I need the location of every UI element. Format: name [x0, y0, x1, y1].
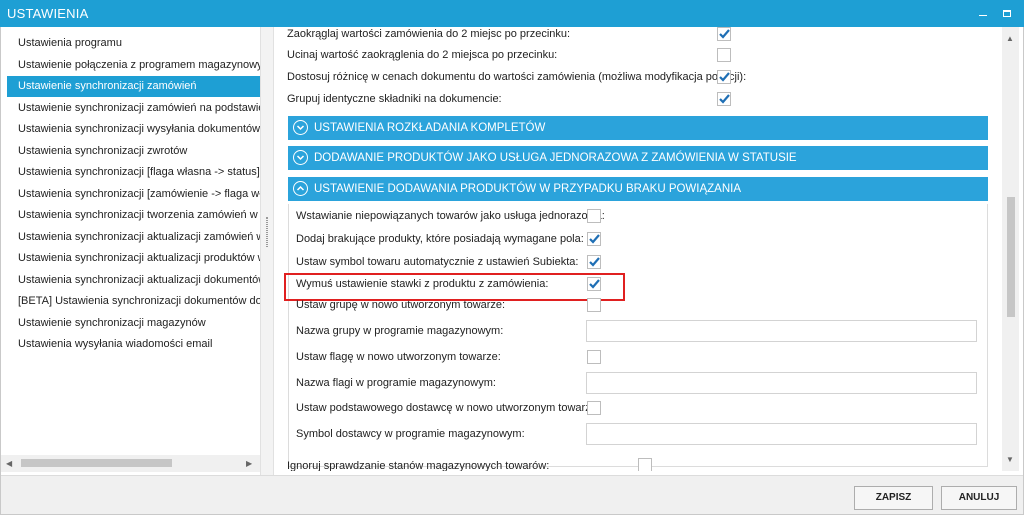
section-title: USTAWIENIA ROZKŁADANIA KOMPLETÓW	[314, 122, 546, 134]
chevron-down-icon	[293, 150, 308, 165]
sidebar-item[interactable]: Ustawienia synchronizacji aktualizacji p…	[7, 248, 260, 269]
setting-label: Ustaw grupę w nowo utworzonym towarze:	[296, 299, 506, 311]
scrollbar-thumb[interactable]	[1007, 197, 1015, 317]
sidebar-item[interactable]: Ustawienie synchronizacji zamówień na po…	[7, 98, 260, 119]
setting-checkbox[interactable]	[717, 27, 731, 41]
setting-label: Symbol dostawcy w programie magazynowym:	[296, 428, 525, 440]
scroll-up-icon[interactable]: ▲	[1006, 34, 1014, 43]
check-icon	[589, 234, 600, 244]
check-icon	[719, 29, 730, 39]
settings-panel: Zaokrąglaj wartości zamówienia do 2 miej…	[274, 27, 1002, 471]
scroll-down-icon[interactable]: ▼	[1006, 455, 1014, 464]
setting-checkbox[interactable]	[587, 350, 601, 364]
text-field[interactable]	[586, 423, 977, 445]
minimize-button[interactable]	[972, 3, 994, 23]
setting-checkbox[interactable]	[587, 232, 601, 246]
maximize-button[interactable]	[996, 3, 1018, 23]
chevron-up-icon	[293, 181, 308, 196]
setting-label: Grupuj identyczne składniki na dokumenci…	[287, 93, 502, 105]
scroll-left-icon[interactable]: ◀	[6, 459, 12, 468]
sidebar-item[interactable]: Ustawienie synchronizacji zamówień	[7, 76, 260, 97]
check-icon	[719, 94, 730, 104]
setting-label: Dostosuj różnicę w cenach dokumentu do w…	[287, 71, 747, 83]
sidebar-item[interactable]: Ustawienia programu	[7, 33, 260, 54]
minimize-icon	[979, 15, 987, 17]
scrollbar-thumb[interactable]	[21, 459, 172, 467]
setting-label: Ustaw podstawowego dostawcę w nowo utwor…	[296, 402, 600, 414]
setting-label: Ucinaj wartość zaokrąglenia do 2 miejsca…	[287, 49, 558, 61]
cancel-button[interactable]: ANULUJ	[941, 486, 1017, 510]
splitter-grip-icon	[266, 217, 268, 247]
section-title: USTAWIENIE DODAWANIA PRODUKTÓW W PRZYPAD…	[314, 183, 742, 195]
setting-label: Ignoruj sprawdzanie stanów magazynowych …	[287, 460, 550, 471]
setting-label: Wymuś ustawienie stawki z produktu z zam…	[296, 278, 549, 290]
setting-checkbox[interactable]	[587, 255, 601, 269]
scroll-right-icon[interactable]: ▶	[246, 459, 252, 468]
sidebar-item[interactable]: Ustawienia synchronizacji zwrotów	[7, 141, 260, 162]
sidebar-item[interactable]: Ustawienie synchronizacji magazynów	[7, 313, 260, 334]
setting-checkbox[interactable]	[717, 70, 731, 84]
setting-checkbox[interactable]	[587, 298, 601, 312]
settings-category-list: Ustawienia programu Ustawienie połączenia…	[1, 27, 260, 475]
panel-splitter[interactable]	[260, 27, 274, 475]
sidebar-item[interactable]: [BETA] Ustawienia synchronizacji dokumen…	[7, 291, 260, 312]
sidebar-item[interactable]: Ustawienia synchronizacji aktualizacji z…	[7, 227, 260, 248]
sidebar-item[interactable]: Ustawienia synchronizacji [flaga własna …	[7, 162, 260, 183]
setting-label: Nazwa flagi w programie magazynowym:	[296, 377, 496, 389]
setting-checkbox[interactable]	[717, 92, 731, 106]
sidebar-item[interactable]: Ustawienia synchronizacji [zamówienie ->…	[7, 184, 260, 205]
dialog-footer: ZAPISZ ANULUJ	[1, 475, 1023, 514]
setting-label: Dodaj brakujące produkty, które posiadaj…	[296, 233, 584, 245]
check-icon	[719, 72, 730, 82]
vertical-scrollbar[interactable]: ▲ ▼	[1002, 27, 1019, 471]
setting-label: Ustaw symbol towaru automatycznie z usta…	[296, 256, 579, 268]
sidebar-item[interactable]: Ustawienie połączenia z programem magazy…	[7, 55, 260, 76]
sidebar-item[interactable]: Ustawienia wysyłania wiadomości email	[7, 334, 260, 355]
maximize-icon	[1003, 10, 1011, 18]
section-header[interactable]: USTAWIENIE DODAWANIA PRODUKTÓW W PRZYPAD…	[288, 177, 988, 201]
setting-label: Nazwa grupy w programie magazynowym:	[296, 325, 504, 337]
check-icon	[589, 257, 600, 267]
chevron-down-icon	[293, 120, 308, 135]
sidebar-item[interactable]: Ustawienia synchronizacji tworzenia zamó…	[7, 205, 260, 226]
window-title: USTAWIENIA	[7, 6, 89, 21]
save-button[interactable]: ZAPISZ	[854, 486, 933, 510]
text-field[interactable]	[586, 320, 977, 342]
horizontal-scrollbar[interactable]: ◀ ▶	[1, 455, 260, 472]
setting-checkbox[interactable]	[587, 209, 601, 223]
title-bar: USTAWIENIA	[0, 0, 1024, 27]
section-header[interactable]: DODAWANIE PRODUKTÓW JAKO USŁUGA JEDNORAZ…	[288, 146, 988, 170]
text-field[interactable]	[586, 372, 977, 394]
setting-checkbox[interactable]	[638, 458, 652, 471]
setting-label: Zaokrąglaj wartości zamówienia do 2 miej…	[287, 28, 571, 40]
section-title: DODAWANIE PRODUKTÓW JAKO USŁUGA JEDNORAZ…	[314, 152, 797, 164]
setting-label: Ustaw flagę w nowo utworzonym towarze:	[296, 351, 501, 363]
setting-checkbox[interactable]	[587, 277, 601, 291]
sidebar-item[interactable]: Ustawienia synchronizacji aktualizacji d…	[7, 270, 260, 291]
setting-checkbox[interactable]	[717, 48, 731, 62]
check-icon	[589, 279, 600, 289]
setting-checkbox[interactable]	[587, 401, 601, 415]
sidebar-item[interactable]: Ustawienia synchronizacji wysyłania doku…	[7, 119, 260, 140]
setting-label: Wstawianie niepowiązanych towarów jako u…	[296, 210, 605, 222]
section-header[interactable]: USTAWIENIA ROZKŁADANIA KOMPLETÓW	[288, 116, 988, 140]
